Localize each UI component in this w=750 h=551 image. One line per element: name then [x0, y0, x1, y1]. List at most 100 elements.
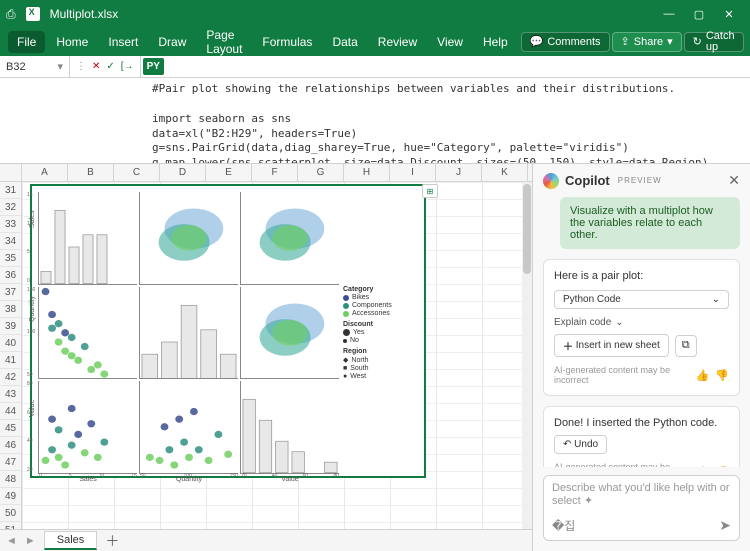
reply-text-2: Done! I inserted the Python code. — [554, 417, 729, 429]
column-header[interactable]: J — [436, 164, 482, 181]
chart-options-icon[interactable]: ⊞ — [422, 184, 438, 198]
add-sheet-button[interactable]: ＋ — [105, 531, 119, 551]
cell-reference: B32 — [6, 61, 26, 73]
tab-insert[interactable]: Insert — [99, 31, 147, 53]
formula-bar-header: B32 ▾ ⋮ ✕ ✓ [→ PY — [0, 56, 750, 78]
row-header[interactable]: 33 — [0, 216, 21, 233]
suggestions-icon[interactable]: �집 — [552, 517, 575, 534]
cells-viewport[interactable]: ⊞ Sales051015 Quantity50100150 ValueSale… — [22, 182, 522, 529]
row-header[interactable]: 38 — [0, 301, 21, 318]
sync-icon: ↻ — [693, 37, 702, 48]
ribbon-tabs: File Home Insert Draw Page Layout Formul… — [0, 28, 750, 56]
tab-file[interactable]: File — [8, 31, 45, 53]
save-icon[interactable]: ⎙ — [6, 7, 16, 22]
row-header[interactable]: 32 — [0, 199, 21, 216]
name-box[interactable]: B32 ▾ — [0, 56, 70, 77]
send-icon[interactable]: ➤ — [719, 517, 731, 534]
row-header[interactable]: 42 — [0, 369, 21, 386]
chevron-down-icon[interactable]: ▾ — [57, 60, 63, 73]
select-all-corner[interactable] — [0, 164, 22, 181]
column-header[interactable]: K — [482, 164, 528, 181]
close-pane-button[interactable]: ✕ — [728, 172, 740, 189]
tab-view[interactable]: View — [428, 31, 472, 53]
confirm-icon[interactable]: ✓ — [106, 61, 114, 72]
thumbs-down-icon[interactable]: 👎 — [715, 369, 729, 382]
row-header[interactable]: 44 — [0, 403, 21, 420]
row-header[interactable]: 48 — [0, 471, 21, 488]
python-code-chip[interactable]: Python Code ⌄ — [554, 290, 729, 309]
row-header[interactable]: 51 — [0, 522, 21, 529]
thumbs-up-icon[interactable]: 👍 — [696, 466, 710, 468]
vertical-scrollbar[interactable] — [522, 182, 532, 529]
row-header[interactable]: 49 — [0, 488, 21, 505]
undo-button[interactable]: ↶ Undo — [554, 435, 607, 454]
row-header[interactable]: 46 — [0, 437, 21, 454]
tab-formulas[interactable]: Formulas — [253, 31, 321, 53]
pairgrid-cell — [240, 192, 339, 285]
column-headers: ABCDEFGHIJK — [0, 164, 532, 182]
row-header[interactable]: 35 — [0, 250, 21, 267]
row-header[interactable]: 50 — [0, 505, 21, 522]
tab-home[interactable]: Home — [47, 31, 97, 53]
row-header[interactable]: 43 — [0, 386, 21, 403]
row-header[interactable]: 45 — [0, 420, 21, 437]
column-header[interactable]: E — [206, 164, 252, 181]
row-header[interactable]: 39 — [0, 318, 21, 335]
explain-code-link[interactable]: Explain code⌄ — [554, 317, 729, 328]
python-tag: PY — [143, 58, 164, 75]
tab-review[interactable]: Review — [369, 31, 426, 53]
sheet-tab-sales[interactable]: Sales — [44, 531, 98, 550]
chevron-down-icon: ⌄ — [615, 317, 623, 328]
insert-in-new-sheet-button[interactable]: ＋ Insert in new sheet — [554, 334, 669, 357]
pairgrid-cell: Value20406080 — [240, 381, 339, 474]
copilot-input[interactable]: Describe what you'd like help with or se… — [543, 475, 740, 541]
column-header[interactable]: G — [298, 164, 344, 181]
column-header[interactable]: H — [344, 164, 390, 181]
sheet-nav-next-icon[interactable]: ► — [25, 535, 36, 547]
catch-up-button[interactable]: ↻Catch up — [684, 32, 744, 52]
column-header[interactable]: D — [160, 164, 206, 181]
pairplot-chart[interactable]: ⊞ Sales051015 Quantity50100150 ValueSale… — [30, 184, 426, 478]
row-header[interactable]: 36 — [0, 267, 21, 284]
column-header[interactable]: C — [114, 164, 160, 181]
close-button[interactable]: ✕ — [714, 0, 744, 28]
row-header[interactable]: 31 — [0, 182, 21, 199]
column-header[interactable]: A — [22, 164, 68, 181]
tab-draw[interactable]: Draw — [149, 31, 195, 53]
row-header[interactable]: 34 — [0, 233, 21, 250]
cancel-icon[interactable]: ✕ — [92, 61, 100, 72]
copilot-title: Copilot — [565, 173, 610, 188]
reply-text: Here is a pair plot: — [554, 270, 729, 282]
column-header[interactable]: F — [252, 164, 298, 181]
share-button[interactable]: ⇪Share▾ — [612, 32, 682, 52]
undo-icon: ↶ — [563, 439, 571, 450]
tab-page-layout[interactable]: Page Layout — [197, 24, 251, 60]
minimize-button[interactable]: — — [654, 0, 684, 28]
tab-data[interactable]: Data — [323, 31, 366, 53]
tab-help[interactable]: Help — [474, 31, 517, 53]
pairgrid-cell: Quantity50100150 — [139, 381, 238, 474]
copy-icon: ⧉ — [682, 339, 690, 352]
chevron-down-icon: ⌄ — [712, 294, 720, 305]
column-header[interactable]: B — [68, 164, 114, 181]
copy-button[interactable]: ⧉ — [675, 335, 697, 357]
row-header[interactable]: 47 — [0, 454, 21, 471]
pairgrid-cell: Quantity50100150 — [38, 287, 137, 380]
row-header[interactable]: 37 — [0, 284, 21, 301]
formula-menu-icon[interactable]: ⋮ — [76, 61, 86, 72]
document-title: Multiplot.xlsx — [50, 7, 119, 21]
sheet-nav-prev-icon[interactable]: ◄ — [6, 535, 17, 547]
maximize-button[interactable]: ▢ — [684, 0, 714, 28]
thumbs-up-icon[interactable]: 👍 — [696, 369, 710, 382]
comments-button[interactable]: 💬Comments — [521, 32, 610, 52]
file-icon — [26, 7, 40, 21]
copilot-reply-card: Here is a pair plot: Python Code ⌄ Expla… — [543, 259, 740, 396]
python-code-editor[interactable]: #Pair plot showing the relationships bet… — [146, 78, 750, 163]
python-output-icon[interactable]: [→ — [121, 61, 134, 72]
row-header[interactable]: 41 — [0, 352, 21, 369]
formula-bar-code[interactable]: #Pair plot showing the relationships bet… — [0, 78, 750, 164]
thumbs-down-icon[interactable]: 👎 — [715, 466, 729, 468]
title-bar: ⎙ Multiplot.xlsx — ▢ ✕ — [0, 0, 750, 28]
row-header[interactable]: 40 — [0, 335, 21, 352]
column-header[interactable]: I — [390, 164, 436, 181]
